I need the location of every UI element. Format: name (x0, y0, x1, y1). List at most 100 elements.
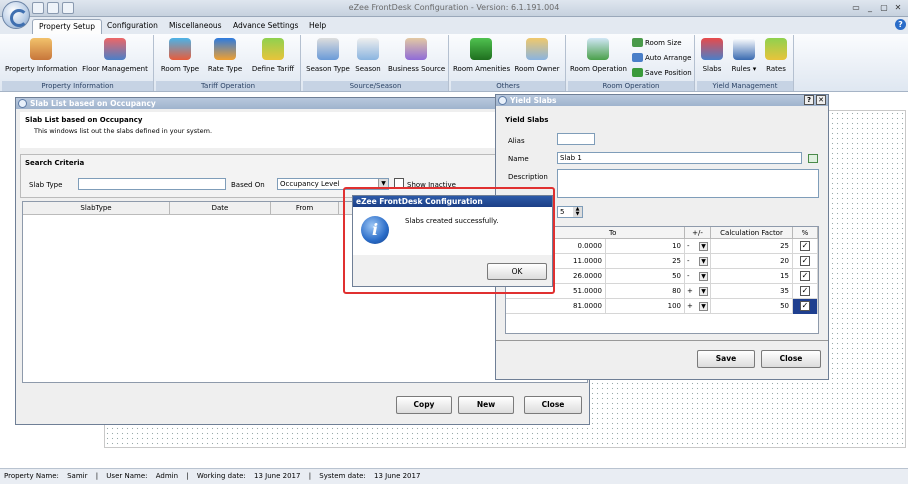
stepper-arrows-icon[interactable]: ▲ ▼ (573, 207, 582, 217)
sign-cell[interactable]: - ▼ (685, 269, 711, 284)
new-button[interactable]: New (458, 396, 514, 414)
app-orb-button[interactable] (2, 1, 30, 29)
season-type-button[interactable]: Season Type (305, 38, 351, 73)
save-position-button[interactable]: Save Position (632, 68, 692, 77)
chevron-down-icon[interactable]: ▼ (699, 287, 708, 296)
percent-checkbox[interactable]: ✓ (800, 271, 810, 281)
season-button[interactable]: Season (353, 38, 383, 73)
column-header-percent[interactable]: % (793, 227, 818, 239)
minimize-icon[interactable]: _ (864, 2, 876, 13)
season-type-icon (317, 38, 339, 60)
sign-cell[interactable]: - ▼ (685, 239, 711, 254)
percent-cell: ✓ (793, 284, 818, 299)
help-icon[interactable]: ? (895, 19, 906, 30)
factor-cell[interactable]: 15 (711, 269, 793, 284)
percent-checkbox[interactable]: ✓ (800, 301, 810, 311)
rate-type-button[interactable]: Rate Type (205, 38, 245, 73)
tab-configuration[interactable]: Configuration (101, 19, 164, 34)
tab-property-setup[interactable]: Property Setup (32, 19, 102, 34)
column-header-from[interactable]: From (271, 202, 339, 214)
room-amenities-button[interactable]: Room Amenities (453, 38, 510, 73)
to-cell[interactable]: 25 (606, 254, 685, 269)
column-header-to[interactable]: To (606, 227, 685, 239)
alias-input[interactable] (557, 133, 595, 145)
qat-home-icon[interactable] (32, 2, 44, 14)
window-title: eZee FrontDesk Configuration - Version: … (348, 3, 560, 12)
title-bar: eZee FrontDesk Configuration - Version: … (0, 0, 908, 17)
yield-slabs-caption: Yield Slabs ? ✕ (496, 95, 828, 106)
room-size-button[interactable]: Room Size (632, 38, 682, 47)
sign-cell[interactable]: - ▼ (685, 254, 711, 269)
ribbon-group-property-information: Property Information Floor Management Pr… (2, 35, 154, 91)
slab-count-stepper[interactable]: 5 ▲ ▼ (557, 206, 583, 218)
chevron-down-icon[interactable]: ▼ (699, 272, 708, 281)
from-cell: 81.0000 (506, 299, 606, 314)
to-cell[interactable]: 50 (606, 269, 685, 284)
room-operation-button[interactable]: Room Operation (570, 38, 627, 73)
translate-icon[interactable] (808, 154, 818, 163)
ribbon-group-source-season: Season Type Season Business Source Sourc… (303, 35, 449, 91)
ok-button[interactable]: OK (487, 263, 547, 280)
close-icon[interactable]: ✕ (892, 2, 904, 13)
working-date-value: 13 June 2017 (254, 472, 301, 480)
close-button[interactable]: Close (524, 396, 582, 414)
sign-cell[interactable]: + ▼ (685, 284, 711, 299)
slab-type-label: Slab Type (29, 181, 63, 189)
to-cell[interactable]: 80 (606, 284, 685, 299)
column-header-slabtype[interactable]: SlabType (23, 202, 170, 214)
chevron-down-icon[interactable]: ▼ (699, 302, 708, 311)
factor-cell[interactable]: 50 (711, 299, 793, 314)
ribbon-group-room-operation: Room Operation Room Size Auto Arrange Sa… (568, 35, 695, 91)
factor-cell[interactable]: 20 (711, 254, 793, 269)
percent-checkbox[interactable]: ✓ (800, 241, 810, 251)
save-button[interactable]: Save (697, 350, 755, 368)
percent-checkbox[interactable]: ✓ (800, 256, 810, 266)
window-icon (18, 99, 27, 108)
sign-cell[interactable]: + ▼ (685, 299, 711, 314)
tab-help[interactable]: Help (303, 19, 332, 34)
window-controls: ▭ _ ▢ ✕ (850, 2, 904, 13)
save-position-icon (632, 68, 643, 77)
maximize-icon[interactable]: ▢ (878, 2, 890, 13)
factor-cell[interactable]: 35 (711, 284, 793, 299)
close-icon[interactable]: ✕ (816, 95, 826, 105)
to-cell[interactable]: 10 (606, 239, 685, 254)
user-name-label: User Name: (106, 472, 148, 480)
tab-advance-settings[interactable]: Advance Settings (227, 19, 304, 34)
name-input[interactable]: Slab 1 (557, 152, 802, 164)
rates-button[interactable]: Rates (764, 38, 788, 73)
table-row[interactable]: 81.0000 100 + ▼ 50 ✓ (506, 299, 818, 314)
percent-checkbox[interactable]: ✓ (800, 286, 810, 296)
quick-access-toolbar (32, 2, 74, 15)
ribbon-group-tariff-operation: Room Type Rate Type Define Tariff Tariff… (156, 35, 301, 91)
room-owner-button[interactable]: Room Owner (514, 38, 560, 73)
close-button[interactable]: Close (761, 350, 821, 368)
copy-button[interactable]: Copy (396, 396, 452, 414)
group-label: Yield Management (697, 81, 793, 91)
to-cell[interactable]: 100 (606, 299, 685, 314)
column-header-sign[interactable]: +/- (685, 227, 711, 239)
qat-window-icon[interactable] (62, 2, 74, 14)
rules-button[interactable]: Rules ▾ (730, 38, 758, 73)
help-icon[interactable]: ? (804, 95, 814, 105)
chevron-down-icon[interactable]: ▼ (699, 242, 708, 251)
percent-cell: ✓ (793, 269, 818, 284)
tab-miscellaneous[interactable]: Miscellaneous (163, 19, 228, 34)
slab-type-input[interactable] (78, 178, 226, 190)
business-source-button[interactable]: Business Source (388, 38, 445, 73)
rules-icon (733, 38, 755, 60)
column-header-factor[interactable]: Calculation Factor (711, 227, 793, 239)
qat-tools-icon[interactable] (47, 2, 59, 14)
slabs-button[interactable]: Slabs (700, 38, 724, 73)
description-textarea[interactable] (557, 169, 819, 198)
restore-icon[interactable]: ▭ (850, 2, 862, 13)
factor-cell[interactable]: 25 (711, 239, 793, 254)
auto-arrange-button[interactable]: Auto Arrange (632, 53, 691, 62)
wrench-icon (587, 38, 609, 60)
floor-management-button[interactable]: Floor Management (82, 38, 148, 73)
property-information-button[interactable]: Property Information (5, 38, 77, 73)
define-tariff-button[interactable]: Define Tariff (250, 38, 296, 73)
chevron-down-icon[interactable]: ▼ (699, 257, 708, 266)
room-type-button[interactable]: Room Type (159, 38, 201, 73)
column-header-date[interactable]: Date (170, 202, 271, 214)
